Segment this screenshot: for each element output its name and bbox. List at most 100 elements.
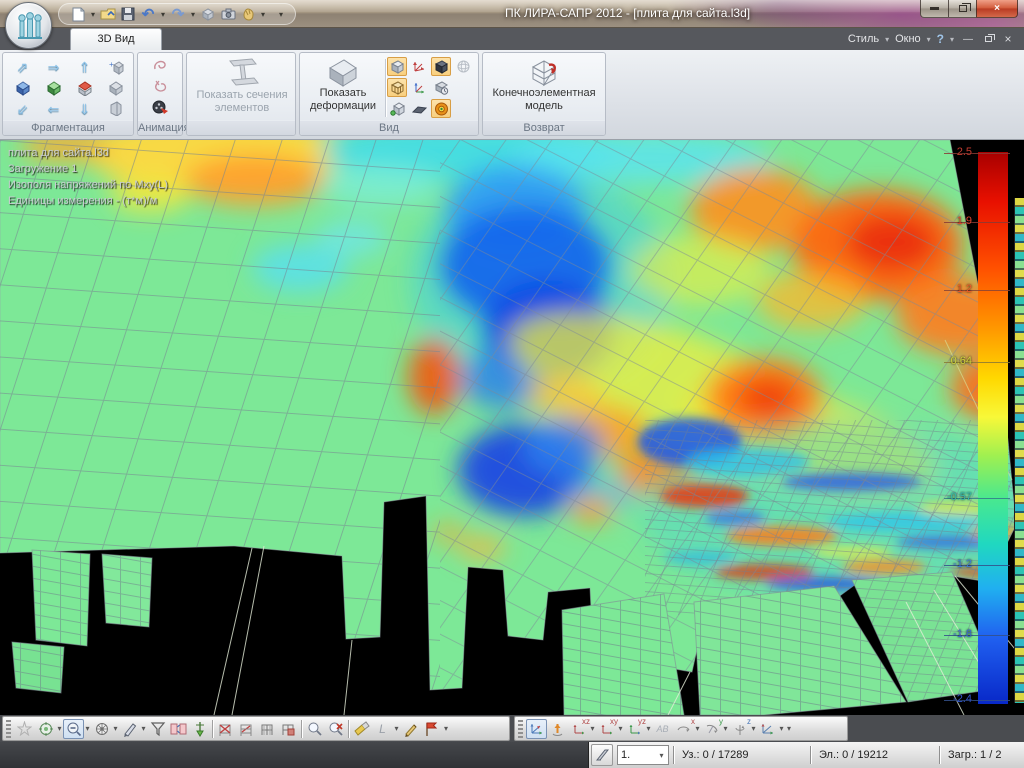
cube-red-section-icon[interactable]: [75, 78, 95, 97]
proj-ab-icon[interactable]: АВ: [652, 719, 673, 739]
local-axes-dropdown[interactable]: ▾: [393, 724, 400, 733]
wire-cube-toggle-icon[interactable]: [387, 78, 407, 97]
fe-model-button[interactable]: Конечноэлементная модель: [485, 57, 603, 113]
axes-xyz-icon[interactable]: [409, 78, 429, 97]
frame-building-red-icon[interactable]: [278, 719, 299, 739]
rotate-x-icon[interactable]: x: [673, 719, 694, 739]
restore-fragment-icon[interactable]: [106, 99, 126, 118]
proj-yz-icon[interactable]: yz: [624, 719, 645, 739]
show-deformations-button[interactable]: Показать деформации: [302, 57, 384, 113]
rotate-z-icon[interactable]: z: [729, 719, 750, 739]
flip-pages-icon[interactable]: [168, 719, 189, 739]
axes-free-dropdown[interactable]: ▾: [778, 724, 785, 733]
fragment-arrow-right-icon[interactable]: ⇒: [44, 57, 64, 76]
edit-mode-icon[interactable]: [591, 744, 613, 766]
axes-isometric-icon[interactable]: [526, 719, 547, 739]
plane-icon[interactable]: [409, 99, 429, 118]
loadcase-dropdown-icon[interactable]: ▾: [658, 751, 665, 760]
proj-xy-dropdown[interactable]: ▾: [617, 724, 624, 733]
proj-xy-icon[interactable]: xy: [596, 719, 617, 739]
isofield-canvas[interactable]: [0, 140, 1024, 715]
mdi-close-button[interactable]: ×: [1000, 32, 1016, 46]
mdi-minimize-button[interactable]: —: [960, 32, 976, 46]
flag-mark-icon[interactable]: [421, 719, 442, 739]
pencil-edit-icon[interactable]: [400, 719, 421, 739]
fragment-arrow-up-icon[interactable]: ⇑: [75, 57, 95, 76]
close-button[interactable]: ×: [976, 0, 1018, 18]
dark-cube-toggle-icon[interactable]: [431, 57, 451, 76]
zoom-in-magnifier-icon[interactable]: [304, 719, 325, 739]
mdi-restore-button[interactable]: [980, 32, 996, 46]
mark-elements-icon[interactable]: [236, 719, 257, 739]
local-axes-l-icon[interactable]: L: [372, 719, 393, 739]
snapshot-camera-icon[interactable]: [219, 5, 237, 23]
menu-window[interactable]: Окно: [895, 33, 921, 45]
proj-xz-dropdown[interactable]: ▾: [589, 724, 596, 733]
help-button[interactable]: ?: [937, 32, 944, 46]
help-dropdown[interactable]: ▾: [948, 35, 956, 44]
fragment-arrow-downleft-icon[interactable]: ⇙: [13, 99, 33, 118]
zoom-wheel-icon[interactable]: [91, 719, 112, 739]
animation-record-icon[interactable]: [150, 97, 170, 116]
rotate-x-dropdown[interactable]: ▾: [694, 724, 701, 733]
open-file-icon[interactable]: [99, 5, 117, 23]
toolbar-overflow-icon[interactable]: ▾: [787, 724, 791, 733]
menu-window-dropdown[interactable]: ▾: [925, 35, 933, 44]
fragment-arrow-down-icon[interactable]: ⇓: [75, 99, 95, 118]
mark-nodes-icon[interactable]: [215, 719, 236, 739]
rotate-z-dropdown[interactable]: ▾: [750, 724, 757, 733]
redo-dropdown[interactable]: ▾: [189, 10, 197, 19]
select-pen-icon[interactable]: [119, 719, 140, 739]
frame-building-icon[interactable]: [257, 719, 278, 739]
wire-sphere-icon[interactable]: [453, 57, 473, 76]
zoom-wheel-dropdown[interactable]: ▾: [112, 724, 119, 733]
minimize-button[interactable]: [920, 0, 949, 18]
proj-xz-icon[interactable]: xz: [568, 719, 589, 739]
solid-cube-toggle-icon[interactable]: [387, 57, 407, 76]
menu-style-dropdown[interactable]: ▾: [883, 35, 891, 44]
filter-funnel-icon[interactable]: [147, 719, 168, 739]
toolbar-overflow-icon[interactable]: ▾: [444, 724, 448, 733]
pack-hand-icon[interactable]: [239, 5, 257, 23]
fragment-arrow-left-icon[interactable]: ⇐: [44, 99, 64, 118]
pack-dropdown[interactable]: ▾: [259, 10, 267, 19]
restore-button[interactable]: [948, 0, 977, 18]
rotate-y-dropdown[interactable]: ▾: [722, 724, 729, 733]
toolbar-grip[interactable]: [518, 720, 523, 738]
flashlight-icon[interactable]: [351, 719, 372, 739]
cube-properties-icon[interactable]: [431, 78, 451, 97]
rotate-y-icon[interactable]: y: [701, 719, 722, 739]
rotate-up-icon[interactable]: [547, 719, 568, 739]
menu-style[interactable]: Стиль: [848, 33, 879, 45]
toolbar-grip[interactable]: [6, 720, 11, 738]
save-icon[interactable]: [119, 5, 137, 23]
axes-red-icon[interactable]: [409, 57, 429, 76]
model-cube-icon[interactable]: [199, 5, 217, 23]
proj-yz-dropdown[interactable]: ▾: [645, 724, 652, 733]
zoom-cancel-magnifier-icon[interactable]: [325, 719, 346, 739]
cube-blue-icon[interactable]: [13, 78, 33, 97]
loadcase-selector[interactable]: 1. ▾: [617, 745, 669, 765]
qat-more-icon[interactable]: ▾: [277, 10, 285, 19]
render-sphere-toggle-icon[interactable]: [431, 99, 451, 118]
rotate-center-dropdown[interactable]: ▾: [56, 724, 63, 733]
cube-gray-icon[interactable]: [106, 78, 126, 97]
application-menu-button[interactable]: [5, 2, 52, 49]
cube-green-icon[interactable]: [44, 78, 64, 97]
viewport-3d[interactable]: плита для сайта.l3d Загружение 1 Изополя…: [0, 140, 1024, 715]
fragment-add-cube-icon[interactable]: +: [106, 57, 126, 76]
zoom-out-dropdown[interactable]: ▾: [84, 724, 91, 733]
axes-free-icon[interactable]: [757, 719, 778, 739]
cube-node-icon[interactable]: [387, 99, 407, 118]
undo-dropdown[interactable]: ▾: [159, 10, 167, 19]
animation-reverse-loop-icon[interactable]: [150, 76, 170, 95]
select-pen-dropdown[interactable]: ▾: [140, 724, 147, 733]
zoom-out-icon[interactable]: [63, 719, 84, 739]
tab-3d-view[interactable]: 3D Вид: [70, 28, 162, 50]
animation-loop-icon[interactable]: [150, 55, 170, 74]
show-sections-button[interactable]: Показать сечения элементов: [190, 57, 294, 115]
new-document-dropdown[interactable]: ▾: [89, 10, 97, 19]
rotate-center-icon[interactable]: [35, 719, 56, 739]
undo-icon[interactable]: ↶: [139, 5, 157, 23]
fragment-star-icon[interactable]: [14, 719, 35, 739]
